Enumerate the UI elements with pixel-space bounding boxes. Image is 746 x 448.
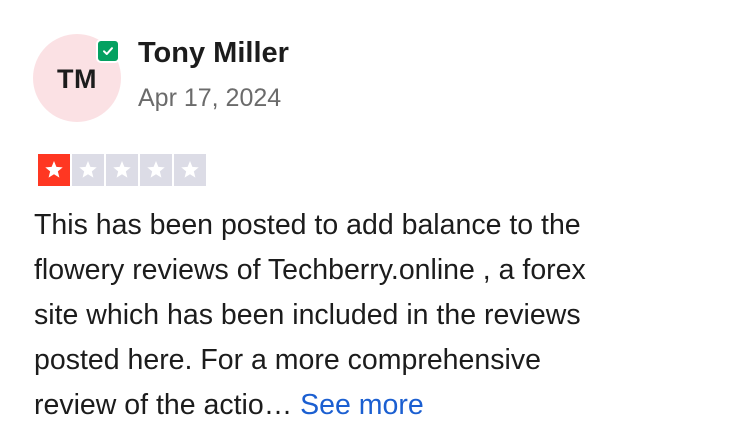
review-text-line-1: This has been posted to add balance to t… bbox=[34, 209, 581, 241]
review-text: This has been posted to add balance to t… bbox=[34, 203, 724, 428]
star-icon bbox=[113, 161, 131, 178]
review-date: Apr 17, 2024 bbox=[138, 84, 282, 112]
see-more-link[interactable]: See more bbox=[300, 389, 424, 421]
star-icon bbox=[79, 161, 97, 178]
review-text-line-5: review of the actio… bbox=[34, 389, 293, 421]
star-icon bbox=[45, 161, 63, 178]
reviewer-name[interactable]: Tony Miller bbox=[138, 37, 289, 70]
review-text-line-4: posted here. For a more comprehensive bbox=[34, 344, 541, 376]
review-card: TM Tony Miller Apr 17, 2024 This has bee… bbox=[0, 0, 746, 448]
star-empty bbox=[174, 154, 206, 186]
verified-badge bbox=[96, 39, 120, 63]
star-icon bbox=[181, 161, 199, 178]
star-empty bbox=[140, 154, 172, 186]
checkmark-icon bbox=[103, 47, 113, 55]
star-rating bbox=[38, 154, 206, 186]
star-icon bbox=[147, 161, 165, 178]
review-text-line-2: flowery reviews of Techberry.online , a … bbox=[34, 254, 586, 286]
star-filled bbox=[38, 154, 70, 186]
review-text-line-3: site which has been included in the revi… bbox=[34, 299, 581, 331]
star-empty bbox=[72, 154, 104, 186]
avatar-initials: TM bbox=[57, 63, 97, 94]
star-empty bbox=[106, 154, 138, 186]
